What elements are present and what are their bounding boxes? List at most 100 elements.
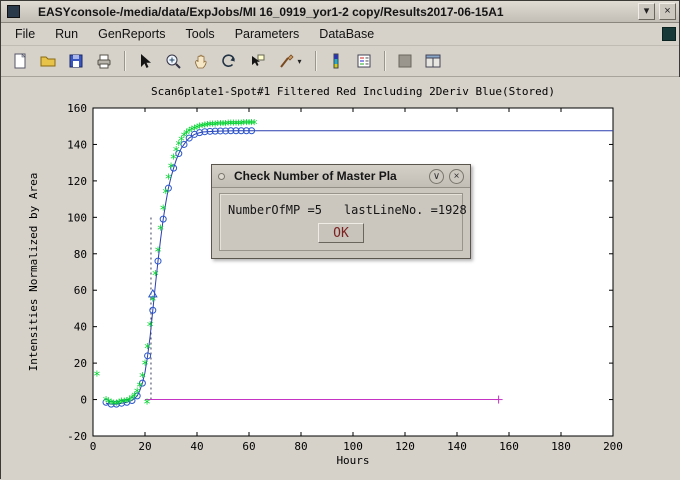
last-line-no-value: lastLineNo. =1928 <box>344 203 467 217</box>
pan-button[interactable] <box>188 48 214 74</box>
svg-text:140: 140 <box>67 138 87 151</box>
figure-area: Scan6plate1-Spot#1 Filtered Red Includin… <box>1 77 680 480</box>
svg-text:40: 40 <box>74 321 87 334</box>
svg-text:*: * <box>250 118 258 133</box>
insert-legend-button[interactable] <box>351 48 377 74</box>
print-button[interactable] <box>91 48 117 74</box>
menu-database[interactable]: DataBase <box>309 24 384 44</box>
toolbar-separator <box>384 51 385 71</box>
chart[interactable]: Scan6plate1-Spot#1 Filtered Red Includin… <box>1 77 680 480</box>
close-icon: × <box>454 171 460 182</box>
dialog-title: Check Number of Master Pla <box>234 169 424 183</box>
svg-text:180: 180 <box>551 440 571 453</box>
menu-tools[interactable]: Tools <box>176 24 225 44</box>
svg-text:100: 100 <box>343 440 363 453</box>
svg-text:160: 160 <box>67 102 87 115</box>
number-of-mp-value: NumberOfMP =5 <box>228 203 322 217</box>
dialog-close-button[interactable]: × <box>449 169 464 184</box>
open-button[interactable] <box>35 48 61 74</box>
toolbar: ▾ <box>1 46 679 77</box>
insert-colorbar-icon <box>327 52 345 70</box>
zoom-in-icon <box>164 52 182 70</box>
svg-text:*: * <box>157 224 165 239</box>
svg-text:120: 120 <box>67 175 87 188</box>
dialog-message: NumberOfMP =5lastLineNo. =1928 <box>228 203 454 217</box>
svg-text:-20: -20 <box>67 430 87 443</box>
dialog-titlebar[interactable]: Check Number of Master Pla ∨ × <box>212 165 470 188</box>
svg-text:60: 60 <box>242 440 255 453</box>
svg-text:160: 160 <box>499 440 519 453</box>
plot-tools-show-icon <box>424 52 442 70</box>
menu-run[interactable]: Run <box>45 24 88 44</box>
app-icon <box>7 5 20 18</box>
menu-genreports[interactable]: GenReports <box>88 24 175 44</box>
pointer-button[interactable] <box>132 48 158 74</box>
svg-text:*: * <box>159 204 167 219</box>
insert-colorbar-button[interactable] <box>323 48 349 74</box>
plot-tools-hide-button[interactable] <box>392 48 418 74</box>
minimize-button[interactable]: ▾ <box>638 3 655 20</box>
close-button[interactable]: × <box>659 3 676 20</box>
svg-text:Intensities Normalized by Area: Intensities Normalized by Area <box>27 173 40 372</box>
svg-text:*: * <box>146 320 154 335</box>
svg-text:Scan6plate1-Spot#1 Filtered Re: Scan6plate1-Spot#1 Filtered Red Includin… <box>151 85 555 98</box>
zoom-in-button[interactable] <box>160 48 186 74</box>
pointer-icon <box>136 52 154 70</box>
svg-text:20: 20 <box>74 357 87 370</box>
ok-button[interactable]: OK <box>318 223 364 243</box>
svg-text:*: * <box>141 358 149 373</box>
chevron-down-icon: ▾ <box>297 57 301 66</box>
svg-text:140: 140 <box>447 440 467 453</box>
svg-text:*: * <box>93 369 101 384</box>
dialog-check-number: Check Number of Master Pla ∨ × NumberOfM… <box>211 164 471 259</box>
save-icon <box>67 52 85 70</box>
new-button[interactable] <box>7 48 33 74</box>
plot-tools-show-button[interactable] <box>420 48 446 74</box>
svg-text:80: 80 <box>294 440 307 453</box>
window-title: EASYconsole-/media/data/ExpJobs/MI 16_09… <box>26 5 634 19</box>
titlebar[interactable]: EASYconsole-/media/data/ExpJobs/MI 16_09… <box>1 1 679 23</box>
svg-text:60: 60 <box>74 284 87 297</box>
brush-icon <box>278 52 296 70</box>
toolbar-separator <box>124 51 125 71</box>
svg-text:*: * <box>154 245 162 260</box>
app-window: EASYconsole-/media/data/ExpJobs/MI 16_09… <box>0 0 680 479</box>
svg-text:80: 80 <box>74 248 87 261</box>
dialog-icon <box>218 173 225 180</box>
rotate-button[interactable] <box>216 48 242 74</box>
save-button[interactable] <box>63 48 89 74</box>
dialog-body: NumberOfMP =5lastLineNo. =1928 OK <box>212 188 470 257</box>
data-cursor-icon <box>248 52 266 70</box>
svg-text:Hours: Hours <box>336 454 369 467</box>
brush-button[interactable]: ▾ <box>272 48 308 74</box>
open-folder-icon <box>39 52 57 70</box>
new-document-icon <box>11 52 29 70</box>
rotate-3d-icon <box>220 52 238 70</box>
data-cursor-button[interactable] <box>244 48 270 74</box>
chevron-down-icon: ∨ <box>433 171 440 182</box>
menubar: File Run GenReports Tools Parameters Dat… <box>1 23 679 46</box>
menu-file[interactable]: File <box>5 24 45 44</box>
svg-text:0: 0 <box>80 394 87 407</box>
svg-text:40: 40 <box>190 440 203 453</box>
svg-text:*: * <box>143 398 151 413</box>
svg-text:*: * <box>151 269 159 284</box>
insert-legend-icon <box>355 52 373 70</box>
svg-text:*: * <box>138 371 146 386</box>
print-icon <box>95 52 113 70</box>
pan-hand-icon <box>192 52 210 70</box>
minimize-icon: ▾ <box>644 5 650 17</box>
menu-parameters[interactable]: Parameters <box>225 24 310 44</box>
svg-text:0: 0 <box>90 440 97 453</box>
svg-text:20: 20 <box>138 440 151 453</box>
close-icon: × <box>664 5 670 17</box>
svg-text:100: 100 <box>67 211 87 224</box>
menu-grip <box>662 27 676 41</box>
plot-tools-hide-icon <box>396 52 414 70</box>
dialog-frame: NumberOfMP =5lastLineNo. =1928 OK <box>219 193 463 251</box>
svg-text:200: 200 <box>603 440 623 453</box>
svg-text:*: * <box>144 342 152 357</box>
toolbar-separator <box>315 51 316 71</box>
svg-text:120: 120 <box>395 440 415 453</box>
dialog-collapse-button[interactable]: ∨ <box>429 169 444 184</box>
